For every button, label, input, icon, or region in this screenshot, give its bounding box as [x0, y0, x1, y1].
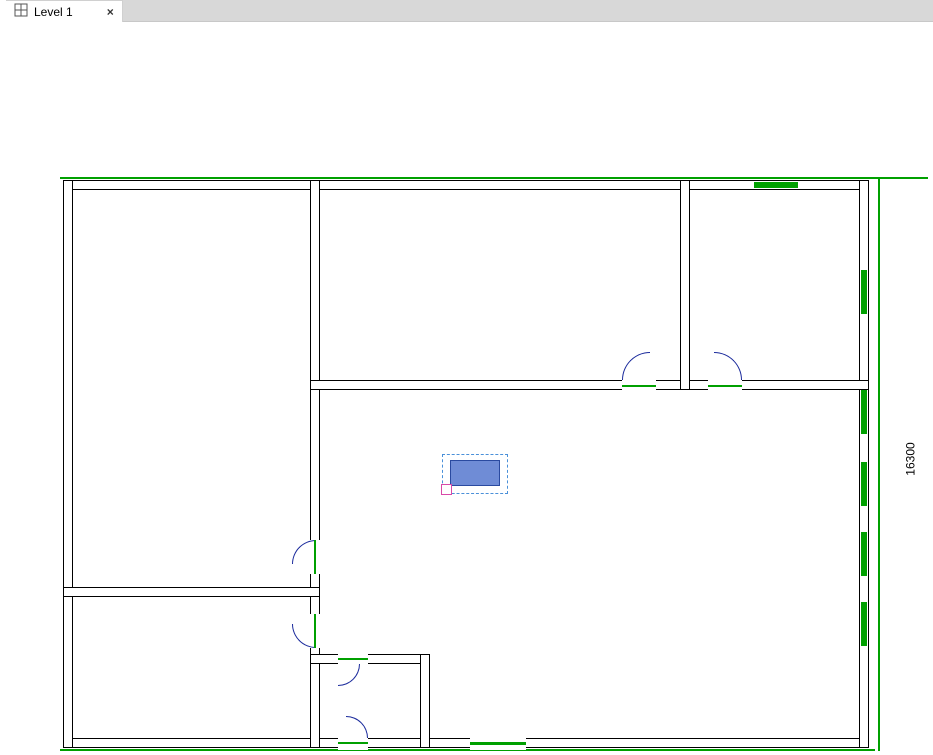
door-threshold-5 — [338, 658, 368, 660]
floorplan-view-icon — [14, 3, 28, 20]
window-right-4[interactable] — [861, 532, 867, 576]
window-top-1[interactable] — [754, 182, 798, 188]
view-tab-level1[interactable]: Level 1 × — [6, 0, 123, 22]
door-threshold-7 — [470, 742, 526, 745]
wall-closet-right[interactable] — [420, 654, 430, 748]
window-right-5[interactable] — [861, 602, 867, 646]
site-boundary-right — [878, 177, 880, 751]
wall-top-right-divider[interactable] — [680, 180, 690, 390]
site-boundary-top — [60, 177, 928, 179]
window-right-3[interactable] — [861, 462, 867, 506]
door-gap-6 — [338, 738, 368, 750]
door-threshold-2 — [708, 385, 742, 387]
view-tab-bar: Level 1 × — [0, 0, 933, 22]
window-right-1[interactable] — [861, 270, 867, 314]
wall-outer-bottom[interactable] — [63, 738, 869, 748]
close-icon[interactable]: × — [107, 5, 114, 19]
view-tab-label: Level 1 — [34, 5, 73, 19]
window-right-2[interactable] — [861, 390, 867, 434]
door-swing-6[interactable] — [346, 716, 368, 738]
wall-outer-left[interactable] — [63, 180, 73, 748]
door-threshold-4 — [314, 614, 316, 648]
door-threshold-1 — [622, 385, 656, 387]
dimension-right: 16300 — [904, 442, 918, 475]
selection-rotate-handle[interactable] — [441, 484, 452, 495]
door-swing-3[interactable] — [292, 540, 316, 564]
tabbar-inactive-area[interactable] — [123, 0, 933, 22]
door-threshold-6 — [338, 742, 368, 744]
door-swing-2[interactable] — [714, 352, 742, 380]
site-boundary-bottom — [60, 749, 875, 751]
door-threshold-3 — [314, 540, 316, 574]
wall-outer-top[interactable] — [63, 180, 869, 190]
wall-mid-horizontal[interactable] — [310, 380, 869, 390]
selected-furniture[interactable] — [450, 460, 500, 486]
wall-left-split[interactable] — [63, 587, 320, 597]
door-swing-4[interactable] — [292, 624, 316, 648]
door-swing-1[interactable] — [622, 352, 650, 380]
door-swing-5[interactable] — [338, 664, 360, 686]
wall-closet-top[interactable] — [310, 654, 430, 664]
drawing-canvas[interactable]: 16300 — [0, 22, 933, 755]
